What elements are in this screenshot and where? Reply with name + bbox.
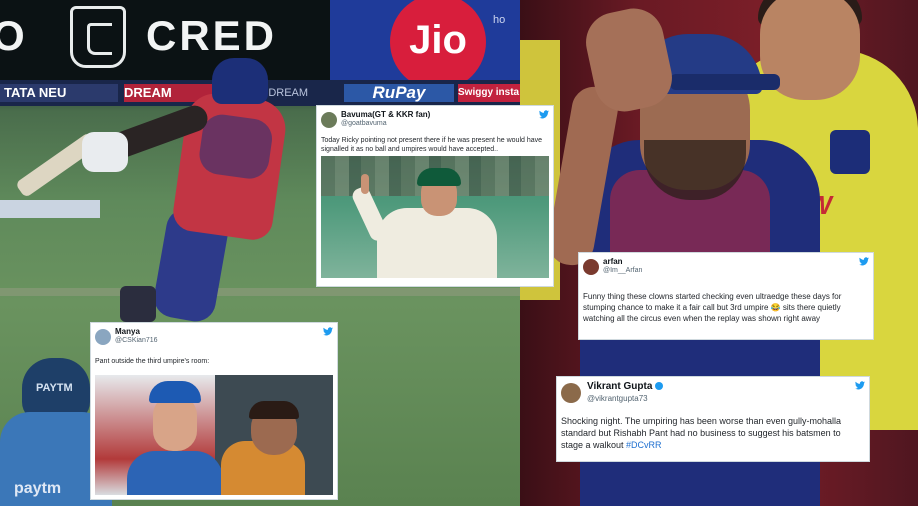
- sponsor-rupay: RuPay: [344, 84, 454, 102]
- tweet-text: Funny thing these clowns started checkin…: [583, 292, 842, 323]
- avatar: [321, 112, 337, 128]
- fielder-shirt-text: paytm: [14, 480, 62, 497]
- twitter-bird-icon: [539, 110, 549, 119]
- tweet-text: Shocking night. The umpiring has been wo…: [561, 415, 865, 451]
- hoarding-partial-letter: O: [0, 12, 25, 59]
- tweet-author-handle[interactable]: @vikrantgupta73: [587, 394, 648, 403]
- tweet-author-name-text: Vikrant Gupta: [587, 381, 653, 392]
- batsman-helmet: [212, 58, 268, 104]
- ponting-cap: [149, 381, 201, 403]
- fielder-cap-text: PAYTM: [36, 382, 73, 394]
- tweet-card-vikrant[interactable]: Vikrant Gupta @vikrantgupta73 Shocking n…: [556, 376, 870, 462]
- verified-badge-icon: [655, 382, 664, 391]
- tweet-text: Today Ricky pointing not present there i…: [321, 137, 543, 153]
- cred-text: CRED: [146, 12, 278, 59]
- tweet-card-manya[interactable]: Manya @CSKian716 Pant outside the third …: [90, 322, 338, 500]
- ponting-body: [377, 208, 497, 278]
- avatar: [583, 259, 599, 275]
- sponsor-swiggy: Swiggy insta: [458, 84, 520, 102]
- baggy-green-cap: [417, 168, 461, 186]
- tweet-image[interactable]: [95, 375, 333, 495]
- batting-glove: [82, 132, 128, 172]
- pant-cap-visor: [670, 74, 780, 90]
- avatar: [561, 383, 581, 403]
- hashtag-link[interactable]: #DCvRR: [626, 440, 662, 450]
- twitter-bird-icon: [323, 327, 333, 336]
- tweet-author-name[interactable]: arfan: [603, 257, 623, 266]
- raised-finger: [361, 174, 369, 194]
- twitter-bird-icon: [855, 381, 865, 390]
- tweet-author-handle[interactable]: @Im__Arfan: [603, 267, 642, 274]
- pant-hair: [249, 401, 299, 419]
- tweet-card-arfan[interactable]: arfan @Im__Arfan Funny thing these clown…: [578, 252, 874, 340]
- dc-logo-icon: [830, 130, 870, 174]
- tweet-author-name[interactable]: Bavuma(GT & KKR fan): [341, 110, 430, 119]
- tweet-author-name[interactable]: Vikrant Gupta: [587, 381, 664, 392]
- jio-side-text: ho: [493, 14, 506, 26]
- tweet-author-handle[interactable]: @goatbavuma: [341, 120, 387, 127]
- ponting-head: [153, 395, 197, 451]
- tweet-text: Pant outside the third umpire's room:: [95, 358, 210, 365]
- pitch-line: [0, 288, 520, 296]
- sponsor-tata: TATA NEU: [0, 84, 118, 102]
- tweet-header: Bavuma(GT & KKR fan) @goatbavuma: [321, 110, 549, 132]
- twitter-bird-icon: [859, 257, 869, 266]
- avatar: [95, 329, 111, 345]
- tweet-header: arfan @Im__Arfan: [583, 257, 869, 279]
- ponting-body: [127, 451, 223, 495]
- tweet-card-bavuma[interactable]: Bavuma(GT & KKR fan) @goatbavuma Today R…: [316, 105, 554, 287]
- tweet-header: Vikrant Gupta @vikrantgupta73: [561, 381, 865, 409]
- tweet-image[interactable]: [321, 156, 549, 278]
- tweet-header: Manya @CSKian716: [95, 327, 333, 349]
- bat-motion-blur: [0, 200, 100, 218]
- tweet-author-handle[interactable]: @CSKian716: [115, 337, 158, 344]
- tweet-text-main: Shocking night. The umpiring has been wo…: [561, 416, 842, 450]
- cred-logo-icon: [70, 6, 126, 68]
- batting-pad: [120, 286, 156, 322]
- tweet-author-name[interactable]: Manya: [115, 327, 140, 336]
